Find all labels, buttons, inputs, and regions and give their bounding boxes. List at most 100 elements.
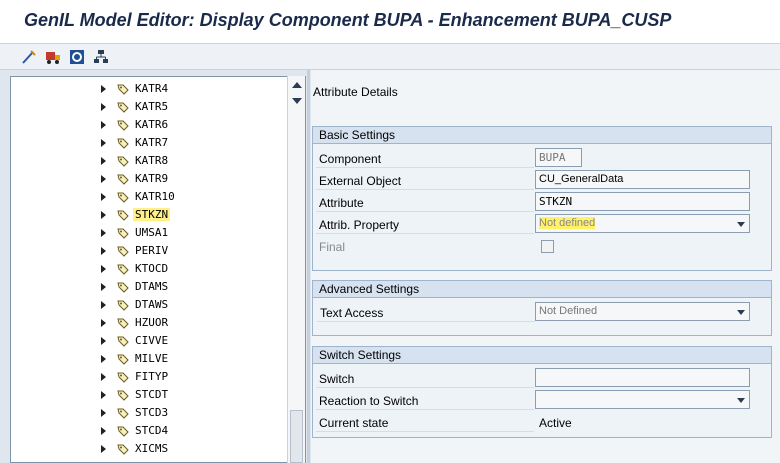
component-field: BUPA xyxy=(535,148,582,167)
expand-arrow-icon[interactable] xyxy=(101,211,106,219)
tree-item-label: PERIV xyxy=(135,244,169,257)
chevron-down-icon[interactable] xyxy=(737,310,745,315)
attribute-field: STKZN xyxy=(535,192,750,211)
attribute-tag-icon xyxy=(117,318,129,329)
attribute-tag-icon xyxy=(117,390,129,401)
edit-icon[interactable] xyxy=(20,48,38,66)
tree-item-label: STCDT xyxy=(135,388,169,401)
attribute-tag-icon xyxy=(117,174,129,185)
expand-arrow-icon[interactable] xyxy=(101,247,106,255)
attribute-tag-icon xyxy=(117,336,129,347)
tree-item[interactable]: STCD4 xyxy=(11,422,289,440)
scroll-up-icon[interactable] xyxy=(292,82,302,88)
attribute-tag-icon xyxy=(117,444,129,455)
external-object-field: CU_GeneralData xyxy=(535,170,750,189)
expand-arrow-icon[interactable] xyxy=(101,157,106,165)
attrib-property-label: Attrib. Property xyxy=(316,214,534,234)
attribute-details-title: Attribute Details xyxy=(313,85,398,99)
tree-item[interactable]: FITYP xyxy=(11,368,289,386)
expand-arrow-icon[interactable] xyxy=(101,193,106,201)
hierarchy-icon[interactable] xyxy=(92,48,110,66)
text-access-value: Not Defined xyxy=(539,305,598,317)
expand-arrow-icon[interactable] xyxy=(101,175,106,183)
expand-arrow-icon[interactable] xyxy=(101,409,106,417)
attribute-tag-icon xyxy=(117,426,129,437)
tree-item[interactable]: DTAMS xyxy=(11,278,289,296)
reaction-label: Reaction to Switch xyxy=(316,390,534,410)
chevron-down-icon[interactable] xyxy=(737,222,745,227)
expand-arrow-icon[interactable] xyxy=(101,139,106,147)
tree-item[interactable]: STCD3 xyxy=(11,404,289,422)
attribute-tag-icon xyxy=(117,84,129,95)
current-state-label: Current state xyxy=(316,412,534,432)
tree-item[interactable]: KATR9 xyxy=(11,170,289,188)
model-tree[interactable]: KATR4 KATR5 KATR6 KATR7 KATR8 KATR9 KATR10 STKZ… xyxy=(10,76,306,463)
tree-item[interactable]: KATR10 xyxy=(11,188,289,206)
expand-arrow-icon[interactable] xyxy=(101,121,106,129)
tree-item-label: XICMS xyxy=(135,442,169,455)
expand-arrow-icon[interactable] xyxy=(101,445,106,453)
tree-item-label: KATR9 xyxy=(135,172,169,185)
tree-item-label: HZUOR xyxy=(135,316,169,329)
attribute-tag-icon xyxy=(117,102,129,113)
text-access-label: Text Access xyxy=(317,302,535,322)
expand-arrow-icon[interactable] xyxy=(101,427,106,435)
attrib-property-value: Not defined xyxy=(539,217,596,229)
attribute-tag-icon xyxy=(117,408,129,419)
attribute-tag-icon xyxy=(117,210,129,221)
expand-arrow-icon[interactable] xyxy=(101,391,106,399)
tree-item[interactable]: KATR7 xyxy=(11,134,289,152)
scroll-thumb[interactable] xyxy=(290,410,303,463)
tree-item[interactable]: KATR5 xyxy=(11,98,289,116)
attrib-property-dropdown[interactable]: Not defined xyxy=(535,214,750,233)
tree-item[interactable]: KATR8 xyxy=(11,152,289,170)
tree-item[interactable]: XICMS xyxy=(11,440,289,458)
final-checkbox[interactable] xyxy=(541,240,554,253)
expand-arrow-icon[interactable] xyxy=(101,355,106,363)
tree-item-label: UMSA1 xyxy=(135,226,169,239)
pane-splitter[interactable] xyxy=(307,70,310,463)
expand-arrow-icon[interactable] xyxy=(101,319,106,327)
scroll-down-icon[interactable] xyxy=(292,98,302,104)
tree-item-label: FITYP xyxy=(135,370,169,383)
tree-item[interactable]: STKZN xyxy=(11,206,289,224)
expand-arrow-icon[interactable] xyxy=(101,85,106,93)
tree-item[interactable]: STCDT xyxy=(11,386,289,404)
reaction-dropdown[interactable] xyxy=(535,390,750,409)
tree-item[interactable]: KTOCD xyxy=(11,260,289,278)
attribute-tag-icon xyxy=(117,354,129,365)
attribute-tag-icon xyxy=(117,372,129,383)
expand-arrow-icon[interactable] xyxy=(101,265,106,273)
refresh-icon[interactable] xyxy=(68,48,86,66)
expand-arrow-icon[interactable] xyxy=(101,229,106,237)
expand-arrow-icon[interactable] xyxy=(101,103,106,111)
tree-item[interactable]: UMSA1 xyxy=(11,224,289,242)
tree-item[interactable]: KATR4 xyxy=(11,80,289,98)
expand-arrow-icon[interactable] xyxy=(101,373,106,381)
expand-arrow-icon[interactable] xyxy=(101,301,106,309)
transport-icon[interactable] xyxy=(44,48,62,66)
chevron-down-icon[interactable] xyxy=(737,398,745,403)
advanced-settings-header: Advanced Settings xyxy=(313,281,771,298)
attribute-tag-icon xyxy=(117,138,129,149)
expand-arrow-icon[interactable] xyxy=(101,337,106,345)
tree-item-label: STCD3 xyxy=(135,406,169,419)
tree-item[interactable]: KATR6 xyxy=(11,116,289,134)
tree-item[interactable]: CIVVE xyxy=(11,332,289,350)
current-state-value: Active xyxy=(539,416,572,430)
window-title: GenIL Model Editor: Display Component BU… xyxy=(24,10,672,30)
tree-item-label: STCD4 xyxy=(135,424,169,437)
final-label: Final xyxy=(319,240,346,254)
switch-field xyxy=(535,368,750,387)
attribute-tag-icon xyxy=(117,264,129,275)
tree-item[interactable]: XXIPI xyxy=(11,458,289,462)
application-toolbar xyxy=(0,44,780,70)
tree-scrollbar[interactable] xyxy=(287,76,305,463)
tree-item[interactable]: DTAWS xyxy=(11,296,289,314)
tree-item[interactable]: PERIV xyxy=(11,242,289,260)
tree-item[interactable]: HZUOR xyxy=(11,314,289,332)
attribute-tag-icon xyxy=(117,246,129,257)
text-access-dropdown[interactable]: Not Defined xyxy=(535,302,750,321)
expand-arrow-icon[interactable] xyxy=(101,283,106,291)
tree-item[interactable]: MILVE xyxy=(11,350,289,368)
